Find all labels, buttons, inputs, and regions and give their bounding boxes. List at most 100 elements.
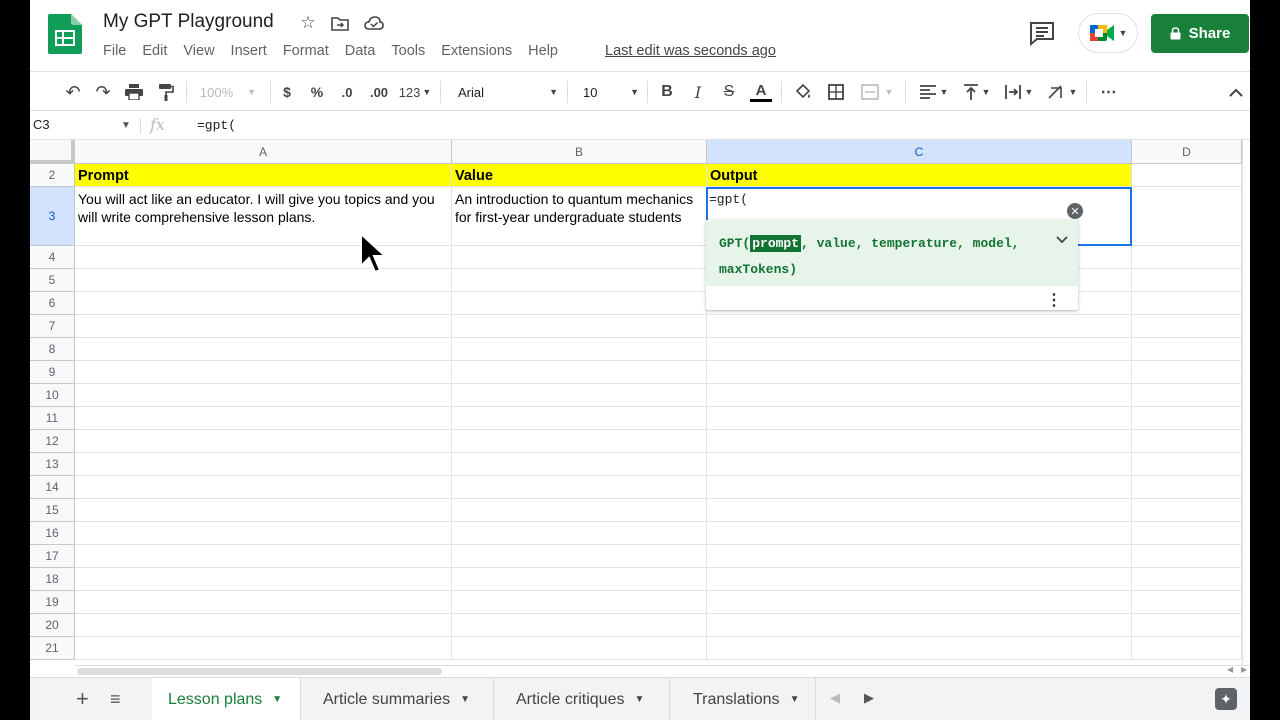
text-wrapping-icon[interactable]: ▼ — [1001, 80, 1037, 104]
vertical-align-icon[interactable]: ▼ — [959, 80, 995, 104]
cell-a3[interactable]: You will act like an educator. I will gi… — [75, 187, 452, 246]
merge-cells-icon[interactable]: ▼ — [857, 80, 897, 104]
grid-cell[interactable] — [1132, 476, 1242, 499]
chevron-down-icon[interactable] — [1056, 231, 1068, 247]
grid-cell[interactable] — [452, 361, 707, 384]
redo-icon[interactable]: ↷ — [92, 80, 114, 104]
grid-cell[interactable] — [75, 384, 452, 407]
cell-c3-input[interactable]: =gpt( — [709, 192, 748, 207]
horizontal-align-icon[interactable]: ▼ — [916, 80, 952, 104]
tab-menu-icon[interactable]: ▼ — [460, 694, 470, 705]
scroll-tabs-right-icon[interactable]: ▶ — [864, 690, 874, 706]
explore-icon[interactable]: ✦ — [1215, 688, 1237, 710]
grid-cell[interactable] — [1132, 407, 1242, 430]
grid-cell[interactable] — [452, 384, 707, 407]
move-folder-icon[interactable] — [329, 12, 351, 34]
grid-cell[interactable] — [452, 637, 707, 660]
fill-color-icon[interactable] — [792, 80, 814, 104]
grid-cell[interactable] — [1132, 637, 1242, 660]
tab-lesson-plans[interactable]: Lesson plans ▼ — [152, 678, 301, 720]
grid-cell[interactable] — [452, 545, 707, 568]
column-header-d[interactable]: D — [1132, 140, 1242, 164]
grid-cell[interactable] — [707, 361, 1132, 384]
sheets-logo-icon[interactable] — [48, 14, 82, 54]
text-rotation-icon[interactable]: ▼ — [1044, 80, 1080, 104]
star-icon[interactable]: ☆ — [297, 12, 319, 34]
cloud-status-icon[interactable] — [363, 12, 385, 34]
tab-menu-icon[interactable]: ▼ — [790, 694, 800, 705]
grid-cell[interactable] — [707, 430, 1132, 453]
grid-cell[interactable] — [707, 637, 1132, 660]
row-header-21[interactable]: 21 — [30, 637, 75, 660]
grid-cell[interactable] — [75, 614, 452, 637]
grid-cell[interactable] — [1132, 545, 1242, 568]
cell-b2[interactable]: Value — [452, 164, 707, 187]
grid-cell[interactable] — [75, 637, 452, 660]
tab-article-critiques[interactable]: Article critiques ▼ — [500, 678, 670, 720]
horizontal-scrollbar[interactable]: ◀ ▶ — [75, 665, 1250, 677]
row-header-17[interactable]: 17 — [30, 545, 75, 568]
grid-cell[interactable] — [1132, 591, 1242, 614]
grid-cell[interactable] — [707, 591, 1132, 614]
menu-data[interactable]: Data — [345, 43, 376, 59]
grid-cell[interactable] — [75, 246, 452, 269]
row-header-8[interactable]: 8 — [30, 338, 75, 361]
cell-a2[interactable]: Prompt — [75, 164, 452, 187]
menu-insert[interactable]: Insert — [231, 43, 267, 59]
increase-decimal-button[interactable]: .00 — [365, 80, 393, 104]
grid-cell[interactable] — [452, 591, 707, 614]
more-formats-button[interactable]: 123 ▼ — [397, 80, 433, 104]
font-size-select[interactable]: 10 ▼ — [583, 80, 639, 104]
grid-cell[interactable] — [707, 407, 1132, 430]
row-header-4[interactable]: 4 — [30, 246, 75, 269]
grid-cell[interactable] — [75, 315, 452, 338]
formula-autocomplete-popup[interactable]: GPT(prompt, value, temperature, model, m… — [706, 220, 1078, 310]
menu-tools[interactable]: Tools — [391, 43, 425, 59]
tab-menu-icon[interactable]: ▼ — [634, 694, 644, 705]
row-header-19[interactable]: 19 — [30, 591, 75, 614]
grid-cell[interactable] — [452, 315, 707, 338]
cell-c2[interactable]: Output — [707, 164, 1132, 187]
grid-cell[interactable] — [75, 292, 452, 315]
zoom-select[interactable]: 100% ▼ — [198, 80, 258, 104]
grid-cell[interactable] — [1132, 430, 1242, 453]
row-header-2[interactable]: 2 — [30, 164, 75, 187]
row-header-20[interactable]: 20 — [30, 614, 75, 637]
grid-cell[interactable] — [75, 453, 452, 476]
grid-cell[interactable] — [75, 522, 452, 545]
document-title[interactable]: My GPT Playground — [103, 11, 274, 33]
more-options-icon[interactable]: ⋯ — [1098, 80, 1120, 104]
column-header-a[interactable]: A — [75, 140, 452, 164]
add-sheet-icon[interactable]: + — [76, 686, 89, 712]
column-header-b[interactable]: B — [452, 140, 707, 164]
row-header-16[interactable]: 16 — [30, 522, 75, 545]
grid-cell[interactable] — [1132, 614, 1242, 637]
grid-cell[interactable] — [707, 545, 1132, 568]
menu-format[interactable]: Format — [283, 43, 329, 59]
grid-cell[interactable] — [1132, 246, 1242, 269]
font-select[interactable]: Arial ▼ — [458, 80, 558, 104]
italic-button[interactable]: I — [688, 80, 708, 104]
row-header-6[interactable]: 6 — [30, 292, 75, 315]
print-icon[interactable] — [123, 80, 145, 104]
grid-cell[interactable] — [75, 568, 452, 591]
grid-cell[interactable] — [1132, 292, 1242, 315]
grid-cell[interactable] — [75, 407, 452, 430]
grid-cell[interactable] — [707, 338, 1132, 361]
row-header-5[interactable]: 5 — [30, 269, 75, 292]
grid-cell[interactable] — [1132, 315, 1242, 338]
grid-cell[interactable] — [1132, 164, 1242, 187]
grid-cell[interactable] — [452, 614, 707, 637]
comment-history-icon[interactable] — [1028, 20, 1056, 46]
vertical-scrollbar[interactable] — [1242, 140, 1250, 665]
collapse-menus-icon[interactable] — [1226, 80, 1246, 104]
grid-cell[interactable] — [75, 591, 452, 614]
row-header-7[interactable]: 7 — [30, 315, 75, 338]
grid-cell[interactable] — [707, 476, 1132, 499]
grid-cell[interactable] — [75, 338, 452, 361]
row-header-12[interactable]: 12 — [30, 430, 75, 453]
grid-cell[interactable] — [75, 269, 452, 292]
horizontal-scroll-thumb[interactable] — [77, 668, 442, 675]
kebab-menu-icon[interactable]: ⋮ — [1046, 290, 1062, 310]
row-header-13[interactable]: 13 — [30, 453, 75, 476]
